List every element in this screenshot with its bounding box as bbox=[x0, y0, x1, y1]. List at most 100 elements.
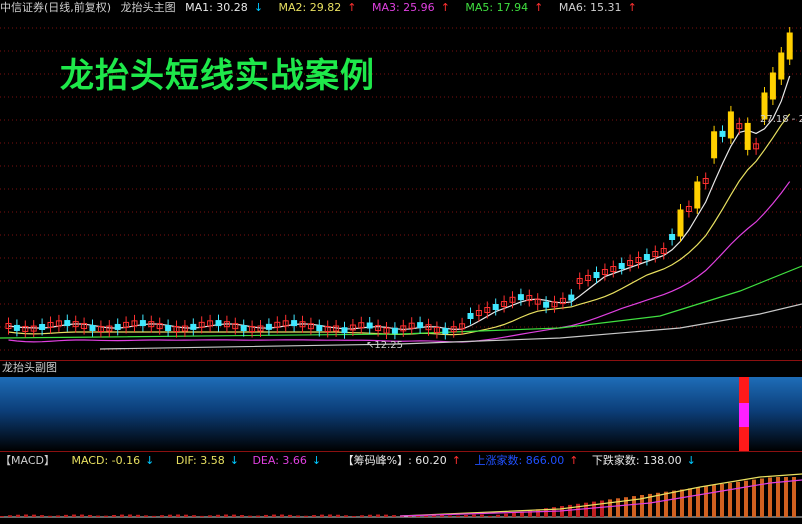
candle bbox=[719, 130, 726, 137]
macd-bar bbox=[64, 514, 68, 517]
subchart-panel[interactable] bbox=[0, 377, 802, 451]
macd-bar bbox=[656, 492, 660, 517]
macd-bar bbox=[152, 515, 156, 517]
macd-bar bbox=[248, 515, 252, 517]
candle bbox=[391, 327, 398, 334]
candle bbox=[467, 313, 474, 319]
macd-bar bbox=[208, 515, 212, 517]
macd-bar bbox=[272, 514, 276, 517]
macd-bar bbox=[96, 515, 100, 517]
macd-bar bbox=[256, 515, 260, 517]
macd-bar bbox=[136, 514, 140, 517]
macd-bar bbox=[24, 514, 28, 517]
chip-arrow: ↑ bbox=[451, 454, 461, 467]
macd-value-text: MACD: -0.16 bbox=[71, 454, 141, 467]
candle bbox=[13, 324, 20, 331]
candle bbox=[744, 122, 751, 150]
macd-bar bbox=[320, 514, 324, 517]
macd-bar bbox=[464, 515, 468, 517]
macd-bar bbox=[576, 503, 580, 517]
macd-bar bbox=[280, 514, 284, 517]
dif-value-text: DIF: 3.58 bbox=[175, 454, 225, 467]
macd-bar bbox=[472, 514, 476, 517]
ma1-arrow: ↓ bbox=[253, 1, 264, 14]
candle bbox=[517, 294, 524, 301]
ma2-arrow: ↑ bbox=[347, 1, 357, 14]
ma3-arrow: ↑ bbox=[440, 1, 450, 14]
macd-bar bbox=[0, 516, 4, 517]
macd-bar bbox=[504, 513, 508, 517]
dea-value: DEA: 3.66 ↓ bbox=[252, 454, 326, 467]
macd-bar bbox=[304, 515, 308, 517]
macd-bar bbox=[112, 515, 116, 517]
overlay-title: 龙抬头短线实战案例 bbox=[60, 56, 375, 96]
macd-bar bbox=[240, 515, 244, 517]
ma6-label: MA6: 15.31 bbox=[558, 1, 622, 14]
macd-bar bbox=[8, 515, 12, 517]
ma1-label: MA1: 30.28 bbox=[185, 1, 248, 14]
macd-bar bbox=[384, 514, 388, 517]
macd-bar bbox=[16, 514, 20, 517]
macd-bar bbox=[264, 514, 268, 517]
chip-value: 【筹码峰%】: 60.20 ↑ bbox=[343, 454, 466, 467]
dea-arrow: ↓ bbox=[311, 454, 322, 467]
ma6-arrow: ↑ bbox=[627, 1, 637, 14]
macd-bar bbox=[672, 490, 676, 517]
candle bbox=[64, 320, 71, 327]
macd-bar bbox=[80, 514, 84, 517]
macd-bar bbox=[192, 515, 196, 517]
candle bbox=[265, 323, 272, 330]
macd-bar bbox=[352, 515, 356, 517]
low-price-value: 12.25 bbox=[374, 340, 404, 351]
macd-bar bbox=[736, 481, 740, 517]
macd-bar bbox=[792, 477, 796, 517]
candle bbox=[215, 320, 222, 327]
candle bbox=[669, 234, 676, 240]
ma3-value: MA3: 25.96 ↑ bbox=[372, 1, 456, 14]
up-count: 上涨家数: 866.00 ↑ bbox=[475, 454, 584, 467]
macd-bar bbox=[360, 515, 364, 517]
low-price-label: ↖12.25 bbox=[366, 340, 404, 351]
macd-bar bbox=[184, 514, 188, 517]
panel-divider-2 bbox=[0, 451, 802, 452]
candle bbox=[39, 324, 46, 331]
macd-bar bbox=[48, 515, 52, 517]
candle bbox=[593, 272, 600, 278]
ma5-label: MA5: 17.94 bbox=[465, 1, 529, 14]
macd-bar bbox=[72, 514, 76, 517]
macd-bar bbox=[392, 515, 396, 517]
down-count-arrow: ↓ bbox=[686, 454, 696, 467]
candle bbox=[786, 32, 793, 60]
candle bbox=[694, 181, 701, 209]
macd-bar bbox=[664, 491, 668, 517]
indicator-name: 龙抬头主图 bbox=[120, 1, 176, 14]
down-count-text: 下跌家数: 138.00 bbox=[591, 454, 682, 467]
macd-chart[interactable] bbox=[0, 469, 802, 524]
candle bbox=[778, 52, 785, 80]
candle bbox=[190, 323, 197, 330]
macd-bar bbox=[552, 507, 556, 517]
macd-bar bbox=[744, 480, 748, 517]
candle bbox=[417, 322, 424, 329]
candle bbox=[240, 325, 247, 332]
stock-title: 中信证券(日线,前复权) bbox=[0, 1, 112, 14]
macd-bar bbox=[688, 488, 692, 517]
dea-value-text: DEA: 3.66 bbox=[252, 454, 307, 467]
macd-bar bbox=[168, 514, 172, 517]
ma2-value: MA2: 29.82 ↑ bbox=[279, 1, 363, 14]
macd-bar bbox=[200, 515, 204, 517]
macd-bar bbox=[592, 501, 596, 517]
macd-bar bbox=[448, 515, 452, 517]
ma2-label: MA2: 29.82 bbox=[278, 1, 342, 14]
down-count: 下跌家数: 138.00 ↓ bbox=[592, 454, 701, 467]
macd-bar bbox=[512, 512, 516, 517]
candle bbox=[769, 72, 776, 100]
macd-bar bbox=[704, 486, 708, 517]
macd-bar bbox=[32, 514, 36, 517]
macd-bar bbox=[232, 514, 236, 517]
macd-bar bbox=[488, 515, 492, 517]
macd-bar bbox=[288, 514, 292, 517]
candle bbox=[442, 327, 449, 334]
main-chart-header: 中信证券(日线,前复权) 龙抬头主图 MA1: 30.28 ↓ MA2: 29.8… bbox=[0, 0, 802, 16]
candle bbox=[492, 304, 499, 310]
